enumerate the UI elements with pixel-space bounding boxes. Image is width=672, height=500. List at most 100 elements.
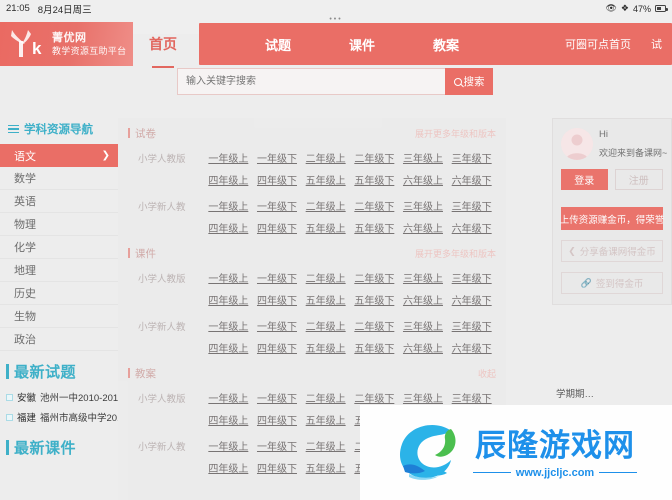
grade-grid: 一年级上 一年级下 二年级上 二年级下 三年级上 三年级下 四年级上 四年级下 … (204, 146, 496, 190)
grade-link[interactable]: 二年级上 (301, 434, 350, 456)
grade-link[interactable]: 四年级下 (253, 456, 302, 478)
avatar-icon[interactable] (561, 128, 593, 160)
grade-link[interactable]: 四年级上 (204, 288, 253, 310)
grade-link[interactable]: 二年级上 (301, 386, 350, 408)
grade-link[interactable]: 四年级下 (253, 216, 302, 238)
upload-promo-button[interactable]: 上传资源赚金币，得荣誉 (560, 207, 664, 230)
section-header: 教案 收起 (128, 364, 496, 382)
grade-link[interactable]: 一年级下 (253, 386, 302, 408)
sidebar-item-huaxue[interactable]: 化学 (0, 236, 118, 259)
search-input[interactable] (177, 68, 445, 95)
grade-link[interactable]: 二年级下 (350, 146, 399, 168)
grade-link[interactable]: 一年级下 (253, 146, 302, 168)
grade-link[interactable]: 三年级上 (399, 194, 448, 216)
greeting-row: Hi 欢迎来到备课网~ (561, 128, 667, 160)
grade-link[interactable]: 三年级上 (399, 314, 448, 336)
nav-item-home[interactable]: 首页 (133, 22, 193, 68)
grade-link[interactable]: 五年级下 (350, 288, 399, 310)
grade-link[interactable]: 六年级上 (399, 288, 448, 310)
sidebar-item-shuxue[interactable]: 数学 (0, 167, 118, 190)
nav-item-shiti[interactable]: 试题 (251, 35, 305, 54)
grade-link[interactable]: 二年级上 (301, 194, 350, 216)
grade-link[interactable]: 一年级上 (204, 194, 253, 216)
grade-link[interactable]: 四年级下 (253, 336, 302, 358)
grade-link[interactable]: 五年级上 (301, 216, 350, 238)
grade-link[interactable]: 一年级下 (253, 266, 302, 288)
grade-link[interactable]: 一年级下 (253, 194, 302, 216)
nav-item-kejian[interactable]: 课件 (335, 35, 389, 54)
register-button[interactable]: 注册 (614, 169, 663, 190)
grade-link[interactable]: 四年级上 (204, 216, 253, 238)
grade-link[interactable]: 六年级上 (399, 168, 448, 190)
grade-link[interactable]: 四年级下 (253, 168, 302, 190)
list-item[interactable]: 福建 福州市高级中学2010- (0, 407, 118, 427)
section-title: 试卷 (135, 127, 156, 140)
search-button[interactable]: 搜索 (445, 68, 493, 95)
grade-link[interactable]: 五年级下 (350, 168, 399, 190)
sidebar-item-yuwen[interactable]: 语文 ❯ (0, 144, 118, 167)
grade-link[interactable]: 四年级上 (204, 408, 253, 430)
grade-link[interactable]: 二年级下 (350, 194, 399, 216)
sidebar-item-lishi[interactable]: 历史 (0, 282, 118, 305)
status-time: 21:05 (6, 3, 30, 14)
nav-item-kequankedian-home[interactable]: 可圈可点首页 (555, 36, 641, 52)
grade-link[interactable]: 一年级上 (204, 434, 253, 456)
sidebar-item-shengwu[interactable]: 生物 (0, 305, 118, 328)
hamburger-icon[interactable] (8, 124, 19, 134)
grade-link[interactable]: 四年级下 (253, 288, 302, 310)
grade-link[interactable]: 一年级上 (204, 314, 253, 336)
grade-link[interactable]: 六年级上 (399, 336, 448, 358)
section-expand-link[interactable]: 展开更多年级和版本 (415, 127, 496, 140)
grade-link[interactable]: 四年级下 (253, 408, 302, 430)
sidebar-item-zhengzhi[interactable]: 政治 (0, 328, 118, 351)
section-collapse-link[interactable]: 收起 (478, 367, 496, 380)
grade-link[interactable]: 三年级下 (447, 146, 496, 168)
grade-link[interactable]: 三年级上 (399, 266, 448, 288)
grade-link[interactable]: 一年级上 (204, 266, 253, 288)
grade-link[interactable]: 六年级下 (447, 336, 496, 358)
grade-link[interactable]: 五年级下 (350, 336, 399, 358)
grade-link[interactable]: 一年级上 (204, 146, 253, 168)
list-item[interactable]: 安徽 池州一中2010-2011上 (0, 387, 118, 407)
sidebar-item-dili[interactable]: 地理 (0, 259, 118, 282)
grade-link[interactable]: 五年级上 (301, 336, 350, 358)
grade-link[interactable]: 六年级下 (447, 216, 496, 238)
login-button[interactable]: 登录 (561, 169, 608, 190)
sidebar-item-yingyu[interactable]: 英语 (0, 190, 118, 213)
signin-button[interactable]: 🔗 签到得金币 (561, 272, 663, 294)
grade-link[interactable]: 六年级下 (447, 288, 496, 310)
sidebar-item-label: 英语 (14, 196, 36, 208)
grade-link[interactable]: 二年级上 (301, 266, 350, 288)
grade-link[interactable]: 六年级下 (447, 168, 496, 190)
grade-link[interactable]: 一年级上 (204, 386, 253, 408)
grade-link[interactable]: 三年级下 (447, 194, 496, 216)
share-button[interactable]: ❮ 分享备课网得金币 (561, 240, 663, 262)
section-expand-link[interactable]: 展开更多年级和版本 (415, 247, 496, 260)
sidebar-item-label: 化学 (14, 242, 36, 254)
site-logo[interactable]: k 菁优网 教学资源互助平台 (0, 22, 133, 66)
grade-link[interactable]: 五年级上 (301, 408, 350, 430)
grade-link[interactable]: 四年级上 (204, 456, 253, 478)
grade-link[interactable]: 二年级上 (301, 314, 350, 336)
grade-link[interactable]: 五年级下 (350, 216, 399, 238)
grade-link[interactable]: 二年级下 (350, 266, 399, 288)
grade-link[interactable]: 一年级下 (253, 314, 302, 336)
grade-link[interactable]: 一年级下 (253, 434, 302, 456)
watermark-rule-left (472, 471, 511, 474)
grade-link[interactable]: 四年级上 (204, 336, 253, 358)
section-kejian: 课件 展开更多年级和版本 小学人教版 一年级上 一年级下 二年级上 二年级下 三… (118, 238, 506, 358)
grade-link[interactable]: 三年级下 (447, 314, 496, 336)
grade-link[interactable]: 三年级下 (447, 266, 496, 288)
greeting-welcome: 欢迎来到备课网~ (599, 148, 668, 158)
grade-link[interactable]: 四年级上 (204, 168, 253, 190)
grade-link[interactable]: 三年级上 (399, 146, 448, 168)
grade-link[interactable]: 二年级下 (350, 314, 399, 336)
nav-item-jiaoan[interactable]: 教案 (419, 35, 473, 54)
grade-link[interactable]: 五年级上 (301, 168, 350, 190)
grade-link[interactable]: 二年级上 (301, 146, 350, 168)
grade-link[interactable]: 五年级上 (301, 456, 350, 478)
grade-link[interactable]: 五年级上 (301, 288, 350, 310)
sidebar-item-wuli[interactable]: 物理 (0, 213, 118, 236)
nav-item-truncated[interactable]: 试 (641, 36, 672, 52)
grade-link[interactable]: 六年级上 (399, 216, 448, 238)
